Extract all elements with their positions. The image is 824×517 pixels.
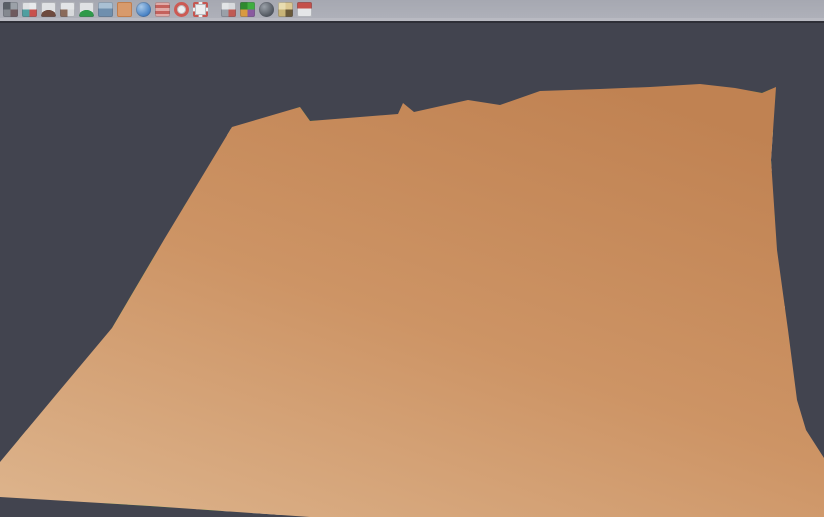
viewport-3d[interactable] [0,0,824,517]
toolbar [0,0,824,21]
scalar-list-icon[interactable] [155,2,170,17]
side-panel-icon[interactable] [98,2,113,17]
raster-export-icon[interactable] [221,2,236,17]
mesh-quality-icon[interactable] [278,2,293,17]
ortho-tile-icon[interactable] [117,2,132,17]
globe-icon[interactable] [136,2,151,17]
app-window [0,0,824,517]
circle-tool-icon[interactable] [174,2,189,17]
layer-remove-icon[interactable] [297,2,312,17]
noise-filter-icon[interactable] [3,2,18,17]
align-point-pairs-icon[interactable] [22,2,37,17]
crop-box-icon[interactable] [193,2,208,17]
classification-icon[interactable] [240,2,255,17]
terrain-wizard-icon[interactable] [79,2,94,17]
subsample-icon[interactable] [60,2,75,17]
mountain-icon[interactable] [41,2,56,17]
render-sphere-icon[interactable] [259,2,274,17]
